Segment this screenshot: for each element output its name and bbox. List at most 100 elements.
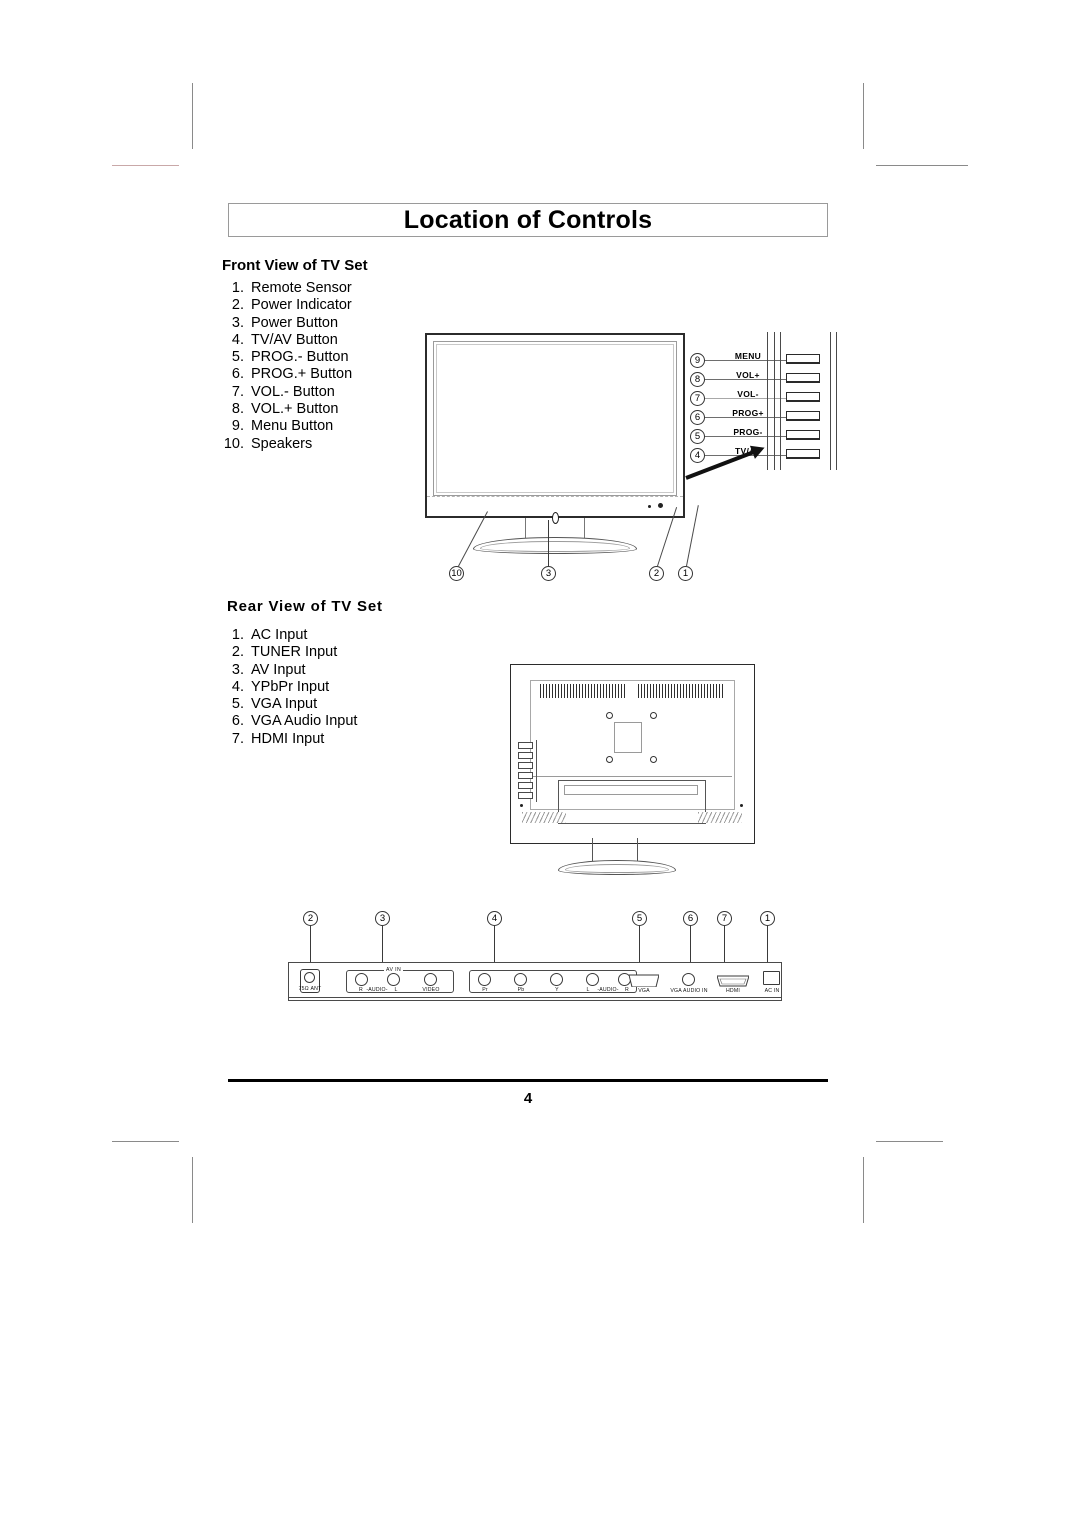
page-title: Location of Controls	[403, 205, 653, 234]
av-audio-r-jack[interactable]	[355, 973, 368, 986]
rear-connector-strip: 75Ω ANT AV IN R -AUDIO- L VIDEO Pr Pb Y …	[288, 962, 782, 998]
vesa-center-plate	[614, 722, 642, 753]
callout-2: 2	[649, 566, 664, 581]
hdmi-port-icon[interactable]	[717, 973, 749, 987]
rear-side-button-1[interactable]	[518, 742, 533, 749]
rear-grille-right	[698, 812, 742, 823]
list-item-label: TUNER Input	[251, 644, 338, 661]
tuner-jack-label: 75Ω ANT	[298, 986, 322, 992]
component-y-jack[interactable]	[550, 973, 563, 986]
vga-audio-in-label: VGA AUDIO IN	[670, 988, 708, 994]
list-item: 8. VOL.+ Button	[216, 401, 352, 418]
rear-connector-strip-base	[288, 998, 782, 1001]
vga-audio-in-jack[interactable]	[682, 973, 695, 986]
list-item-number: 10.	[223, 435, 244, 452]
list-item-number: 3.	[231, 314, 244, 331]
list-item-label: VGA Input	[251, 696, 318, 713]
list-item: 9. Menu Button	[216, 418, 352, 435]
list-item: 2. Power Indicator	[216, 297, 352, 314]
list-item-label: VGA Audio Input	[251, 713, 358, 730]
component-pb-label: Pb	[517, 987, 525, 993]
rear-side-rail	[536, 740, 537, 802]
front-tv-diagram	[425, 333, 685, 518]
button-label-vol-plus: VOL+	[736, 370, 760, 380]
hw-button-tv-av[interactable]	[786, 449, 820, 459]
rear-side-button-2[interactable]	[518, 752, 533, 759]
leader-line-3	[548, 520, 549, 566]
hw-button-prog-minus[interactable]	[786, 430, 820, 440]
tuner-jack-icon	[304, 972, 315, 983]
button-label-prog-minus: PROG-	[733, 427, 763, 437]
rear-callout-2: 2	[303, 911, 318, 926]
panel-rail-right	[830, 332, 831, 470]
rear-callout-3: 3	[375, 911, 390, 926]
hw-button-prog-plus[interactable]	[786, 411, 820, 421]
ac-in-port-icon[interactable]	[763, 971, 780, 985]
crop-mark-top-left-horizontal	[112, 165, 179, 166]
list-item: 2. TUNER Input	[216, 644, 357, 661]
rear-side-button-3[interactable]	[518, 762, 533, 769]
rear-leader-7	[724, 926, 725, 962]
crop-mark-bottom-right-horizontal	[876, 1141, 943, 1142]
rear-side-button-4[interactable]	[518, 772, 533, 779]
hw-button-vol-plus[interactable]	[786, 373, 820, 383]
list-item-number: 9.	[231, 418, 244, 435]
hw-button-menu[interactable]	[786, 354, 820, 364]
list-item-number: 8.	[231, 401, 244, 418]
component-pb-jack[interactable]	[514, 973, 527, 986]
page-number: 4	[523, 1090, 533, 1107]
panel-rail-far-right	[836, 332, 837, 470]
component-audio-center-label: -AUDIO-	[597, 987, 619, 993]
vga-label: VGA	[638, 988, 650, 994]
list-item-number: 4.	[231, 678, 244, 695]
rear-side-button-5[interactable]	[518, 782, 533, 789]
rear-screw-right	[740, 804, 743, 807]
list-item-label: Power Indicator	[251, 297, 352, 314]
rear-view-list: 1. AC Input 2. TUNER Input 3. AV Input 4. YP…	[216, 627, 358, 748]
rear-screw-left	[520, 804, 523, 807]
list-item-number: 6.	[231, 366, 244, 383]
list-item-label: VOL.- Button	[251, 383, 335, 400]
av-video-label: VIDEO	[422, 987, 440, 993]
ac-in-label: AC IN	[764, 988, 780, 994]
av-audio-l-jack[interactable]	[387, 973, 400, 986]
rear-callout-4: 4	[487, 911, 502, 926]
rear-callout-5: 5	[632, 911, 647, 926]
rear-grille-left	[522, 812, 566, 823]
power-indicator-dot	[648, 505, 651, 508]
vesa-hole-bottom-right	[650, 756, 657, 763]
hw-button-vol-minus[interactable]	[786, 392, 820, 402]
list-item-number: 1.	[231, 627, 244, 643]
av-audio-l-label: L	[394, 987, 398, 993]
rear-leader-6	[690, 926, 691, 962]
list-item: 10. Speakers	[216, 436, 352, 453]
callout-10: 10	[449, 566, 464, 581]
component-audio-l-jack[interactable]	[586, 973, 599, 986]
list-item-number: 2.	[231, 644, 244, 661]
list-item-number: 3.	[231, 661, 244, 678]
list-item: 7. HDMI Input	[216, 731, 357, 748]
list-item-label: PROG.+ Button	[251, 366, 353, 383]
crop-mark-top-right-horizontal	[876, 165, 968, 166]
callout-1: 1	[678, 566, 693, 581]
list-item-label: YPbPr Input	[251, 678, 330, 695]
rear-side-button-6[interactable]	[518, 792, 533, 799]
callout-8: 8	[690, 372, 705, 387]
panel-rail-left	[767, 332, 768, 470]
callout-7: 7	[690, 391, 705, 406]
button-label-prog-plus: PROG+	[732, 408, 764, 418]
vga-port-icon[interactable]	[629, 973, 659, 987]
footer-rule	[228, 1079, 828, 1082]
front-view-list: 1. Remote Sensor 2. Power Indicator 3. Powe…	[216, 280, 352, 453]
tv-screen	[436, 344, 674, 493]
list-item-label: Remote Sensor	[251, 280, 352, 296]
rear-tv-stand	[510, 838, 755, 876]
component-y-label: Y	[555, 987, 559, 993]
rear-leader-3	[382, 926, 383, 962]
vent-slots-left	[540, 684, 626, 698]
list-item-number: 6.	[231, 713, 244, 730]
power-button-glyph	[552, 512, 559, 524]
vent-slots-right	[638, 684, 724, 698]
component-pr-jack[interactable]	[478, 973, 491, 986]
av-video-jack[interactable]	[424, 973, 437, 986]
